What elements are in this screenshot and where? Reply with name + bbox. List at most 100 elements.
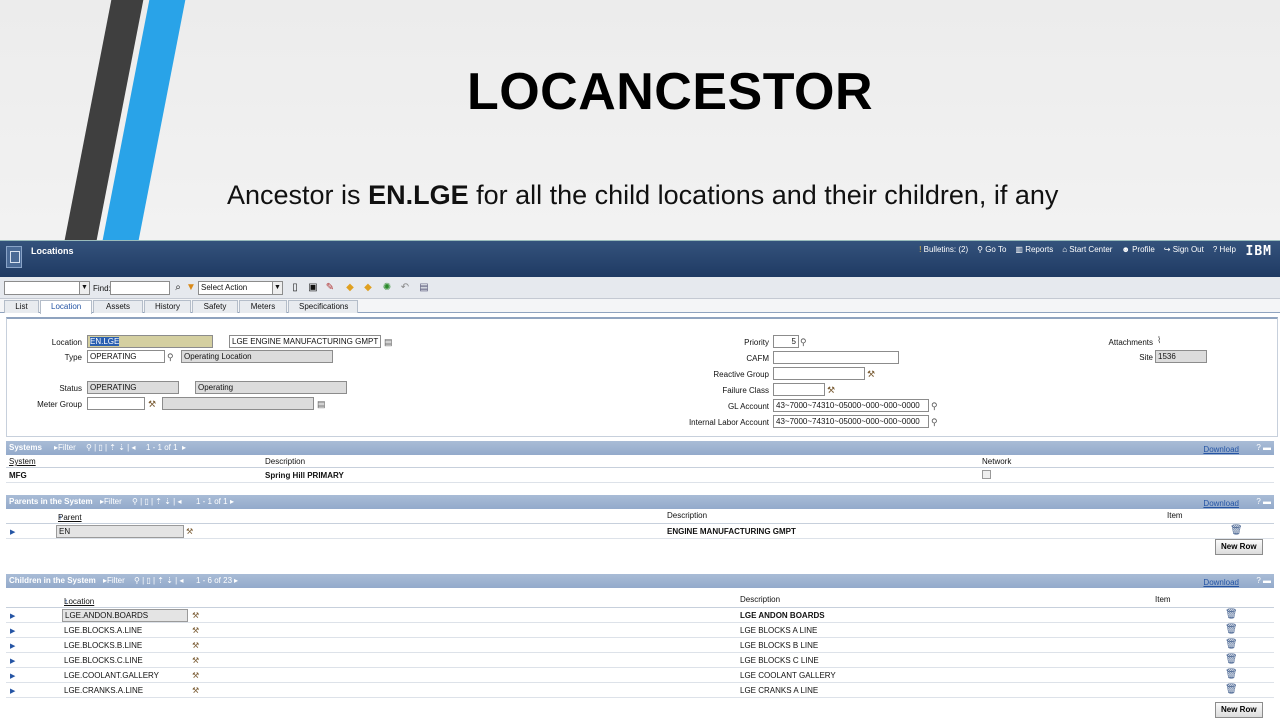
location-value: EN.LGE xyxy=(90,337,120,346)
profile-icon: ☻ xyxy=(1121,245,1130,254)
drilldown-icon[interactable]: ▤ xyxy=(418,282,430,294)
trash-icon[interactable]: 🗑 xyxy=(1225,654,1238,665)
detail-menu-icon[interactable]: ⚒ xyxy=(192,671,199,680)
detail-menu-icon[interactable]: ⚒ xyxy=(827,385,835,395)
expand-row-icon[interactable]: ▶ xyxy=(10,627,15,635)
table-row[interactable]: ▶ LGE.ANDON.BOARDS ⚒ LGE ANDON BOARDS 🗑 xyxy=(6,608,1274,623)
detail-menu-icon[interactable]: ⚒ xyxy=(192,686,199,695)
failure-class-field[interactable] xyxy=(773,383,825,396)
tab-location[interactable]: Location xyxy=(40,300,92,314)
network-checkbox[interactable] xyxy=(982,470,991,479)
long-description-icon[interactable]: ▤ xyxy=(384,337,393,347)
table-tools-icon[interactable]: ⚲ | ▯ | ⇡ ⇣ | ◂ xyxy=(134,574,183,588)
table-tools-icon[interactable]: ⚲ | ▯ | ⇡ ⇣ | ◂ xyxy=(86,441,135,455)
children-column-header: Location ↑ Description Item xyxy=(6,588,1274,608)
new-record-icon[interactable]: ▯ xyxy=(289,282,301,294)
filter-button[interactable]: ▸Filter xyxy=(103,574,125,588)
table-row[interactable]: ▶ LGE.BLOCKS.C.LINE ⚒ LGE BLOCKS C LINE … xyxy=(6,653,1274,668)
goto-link[interactable]: ⚲ Go To xyxy=(977,245,1006,254)
long-description-icon[interactable]: ▤ xyxy=(317,399,326,409)
tab-list[interactable]: List xyxy=(4,300,39,313)
detail-menu-icon[interactable]: ⚒ xyxy=(148,399,156,409)
expand-row-icon[interactable]: ▶ xyxy=(10,612,15,620)
filter-arrow-icon[interactable]: ▼ xyxy=(185,282,197,294)
lookup-icon[interactable]: ⚲ xyxy=(931,401,938,411)
trash-icon[interactable]: 🗑 xyxy=(1225,669,1238,680)
detail-menu-icon[interactable]: ⚒ xyxy=(867,369,875,379)
detail-menu-icon[interactable]: ⚒ xyxy=(192,656,199,665)
reactive-group-field[interactable] xyxy=(773,367,865,380)
detail-menu-icon[interactable]: ⚒ xyxy=(192,626,199,635)
filter-button[interactable]: ▸Filter xyxy=(54,441,76,455)
paperclip-icon[interactable]: ⌇ xyxy=(1157,335,1161,345)
lookup-icon[interactable]: ⚲ xyxy=(800,337,807,347)
new-row-button[interactable]: New Row xyxy=(1215,539,1263,555)
sign-out-link[interactable]: ↪ Sign Out xyxy=(1164,245,1204,254)
tab-specifications[interactable]: Specifications xyxy=(288,300,358,313)
location-field[interactable]: EN.LGE xyxy=(87,335,213,348)
cafm-field[interactable] xyxy=(773,351,899,364)
description-cell: LGE BLOCKS B LINE xyxy=(740,641,819,650)
next-icon[interactable]: ◆ xyxy=(362,282,374,294)
children-title: Children in the System xyxy=(9,576,96,585)
trash-icon[interactable]: 🗑 xyxy=(1225,639,1238,650)
reports-link[interactable]: ▥ Reports xyxy=(1015,245,1053,254)
expand-row-icon[interactable]: ▶ xyxy=(10,687,15,695)
section-help-icons[interactable]: ? ▬ xyxy=(1256,441,1271,455)
table-row[interactable]: ▶ LGE.COOLANT.GALLERY ⚒ LGE COOLANT GALL… xyxy=(6,668,1274,683)
table-tools-icon[interactable]: ⚲ | ▯ | ⇡ ⇣ | ◂ xyxy=(132,495,181,509)
column-system[interactable]: System xyxy=(9,457,36,466)
meter-group-field[interactable] xyxy=(87,397,145,410)
refresh-icon[interactable]: ✺ xyxy=(381,282,393,294)
start-center-link[interactable]: ⌂ Start Center xyxy=(1062,245,1112,254)
table-row[interactable]: ▶ LGE.BLOCKS.A.LINE ⚒ LGE BLOCKS A LINE … xyxy=(6,623,1274,638)
table-row[interactable]: ▶ LGE.BLOCKS.B.LINE ⚒ LGE BLOCKS B LINE … xyxy=(6,638,1274,653)
trash-icon[interactable]: 🗑 xyxy=(1230,525,1243,536)
expand-row-icon[interactable]: ▶ xyxy=(10,642,15,650)
detail-menu-icon[interactable]: ⚒ xyxy=(186,527,193,536)
query-select[interactable]: ▼ xyxy=(4,281,90,295)
detail-menu-icon[interactable]: ⚒ xyxy=(192,611,199,620)
gl-account-field[interactable]: 43~7000~74310~05000~000~000~0000 xyxy=(773,399,929,412)
clear-icon[interactable]: ✎ xyxy=(324,282,336,294)
select-action-dropdown[interactable]: Select Action ▼ xyxy=(198,281,283,295)
table-row[interactable]: ▶ EN ⚒ ENGINE MANUFACTURING GMPT 🗑 xyxy=(6,524,1274,539)
lookup-icon[interactable]: ⚲ xyxy=(931,417,938,427)
table-row[interactable]: MFG Spring Hill PRIMARY xyxy=(6,468,1274,483)
expand-row-icon[interactable]: ▶ xyxy=(10,672,15,680)
section-help-icons[interactable]: ? ▬ xyxy=(1256,495,1271,509)
find-input[interactable] xyxy=(110,281,170,295)
expand-row-icon[interactable]: ▶ xyxy=(10,657,15,665)
internal-labor-account-field[interactable]: 43~7000~74310~05000~000~000~0000 xyxy=(773,415,929,428)
filter-button[interactable]: ▸Filter xyxy=(100,495,122,509)
next-page-icon[interactable]: ▸ xyxy=(234,574,238,588)
profile-link[interactable]: ☻ Profile xyxy=(1121,245,1154,254)
help-link[interactable]: ? Help xyxy=(1213,245,1236,254)
location-cell[interactable]: LGE.ANDON.BOARDS xyxy=(62,609,188,622)
detail-menu-icon[interactable]: ⚒ xyxy=(192,641,199,650)
priority-field[interactable]: 5 xyxy=(773,335,799,348)
home-icon: ⌂ xyxy=(1062,245,1068,254)
table-row[interactable]: ▶ LGE.CRANKS.A.LINE ⚒ LGE CRANKS A LINE … xyxy=(6,683,1274,698)
next-page-icon[interactable]: ▸ xyxy=(230,495,234,509)
expand-row-icon[interactable]: ▶ xyxy=(10,528,15,536)
save-icon[interactable]: ▣ xyxy=(307,282,319,294)
new-row-button[interactable]: New Row xyxy=(1215,702,1263,718)
tab-assets[interactable]: Assets xyxy=(93,300,143,313)
binoculars-icon[interactable]: ⌕ xyxy=(172,282,184,294)
next-page-icon[interactable]: ▸ xyxy=(182,441,186,455)
tab-safety[interactable]: Safety xyxy=(192,300,238,313)
previous-icon[interactable]: ◆ xyxy=(344,282,356,294)
section-help-icons[interactable]: ? ▬ xyxy=(1256,574,1271,588)
trash-icon[interactable]: 🗑 xyxy=(1225,684,1238,695)
trash-icon[interactable]: 🗑 xyxy=(1225,624,1238,635)
trash-icon[interactable]: 🗑 xyxy=(1225,609,1238,620)
location-description-field[interactable]: LGE ENGINE MANUFACTURING GMPT xyxy=(229,335,381,348)
undo-icon[interactable]: ↶ xyxy=(399,282,411,294)
type-field[interactable]: OPERATING xyxy=(87,350,165,363)
bulletins-link[interactable]: ! Bulletins: (2) xyxy=(919,245,968,254)
lookup-icon[interactable]: ⚲ xyxy=(167,352,174,362)
tab-meters[interactable]: Meters xyxy=(239,300,287,313)
tab-history[interactable]: History xyxy=(144,300,191,313)
parent-cell[interactable]: EN xyxy=(56,525,184,538)
